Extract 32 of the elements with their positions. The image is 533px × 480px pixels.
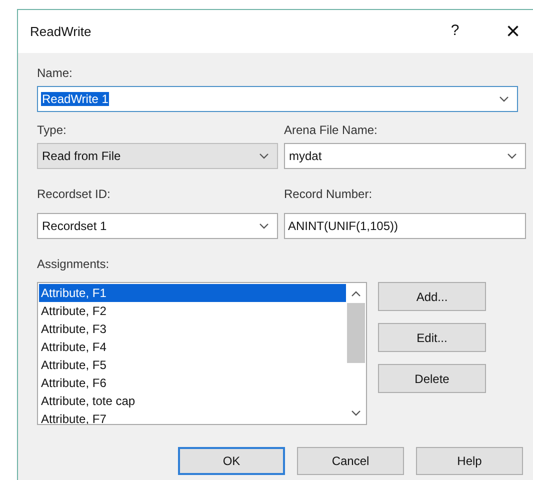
chevron-up-icon (351, 291, 361, 297)
chevron-down-icon (499, 96, 509, 102)
field-label: Arena File Name: (284, 124, 378, 136)
chevron-down-icon (259, 223, 269, 229)
help-button[interactable]: ? (445, 20, 465, 43)
recordset-combo[interactable]: Recordset 1 (37, 213, 278, 239)
list-item[interactable]: Attribute, F3 (39, 320, 346, 338)
chevron-down-icon (507, 153, 517, 159)
list-item[interactable]: Attribute, F6 (39, 374, 346, 392)
side-button[interactable]: Delete (378, 364, 486, 393)
field-label: Assignments: (37, 257, 110, 271)
list-item[interactable]: Attribute, tote cap (39, 392, 346, 410)
list-item[interactable]: Attribute, F4 (39, 338, 346, 356)
list-item[interactable]: Attribute, F1 (39, 284, 346, 302)
list-item[interactable]: Attribute, F5 (39, 356, 346, 374)
side-button[interactable]: Add... (378, 282, 486, 311)
dialog-button[interactable]: OK (178, 447, 285, 475)
side-button[interactable]: Edit... (378, 323, 486, 352)
field-label: Recordset ID: (37, 187, 110, 201)
field-label: Type: (37, 124, 68, 136)
file-name-combo[interactable]: mydat (284, 143, 526, 169)
chevron-down-icon (351, 410, 361, 416)
close-button[interactable]: × (503, 20, 523, 44)
record-number-field[interactable]: ANINT(UNIF(1,105)) (284, 213, 526, 239)
window-title: ReadWrite (30, 22, 92, 41)
field-label: Record Number: (284, 187, 372, 201)
dialog-button[interactable]: Help (416, 447, 523, 475)
field-label: Name: (37, 67, 74, 79)
dialog-button[interactable]: Cancel (297, 447, 404, 475)
chevron-down-icon (259, 153, 269, 159)
list-item[interactable]: Attribute, F2 (39, 302, 346, 320)
name-combo[interactable]: ReadWrite 1 (37, 86, 518, 112)
